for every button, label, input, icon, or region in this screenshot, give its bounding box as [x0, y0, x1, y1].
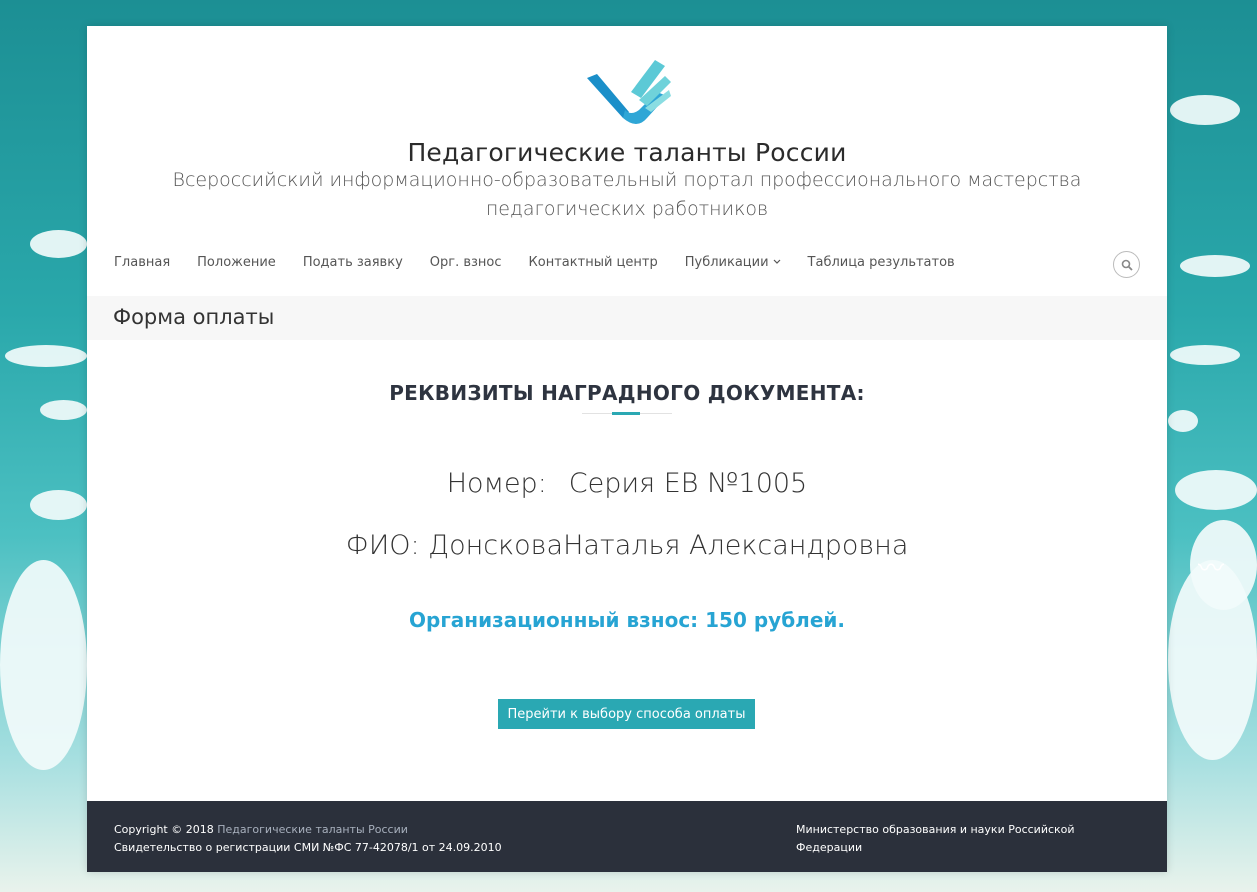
nav-item-contact-center[interactable]: Контактный центр: [529, 252, 658, 272]
org-fee-text: Организационный взнос: 150 рублей.: [409, 608, 845, 632]
nav-item-org-fee[interactable]: Орг. взнос: [430, 252, 502, 272]
heading-separator: [582, 412, 672, 415]
seagull-icon: 〰: [1198, 554, 1225, 584]
site-logo[interactable]: [585, 52, 671, 128]
choose-payment-method-button[interactable]: Перейти к выбору способа оплаты: [498, 699, 755, 729]
document-number: Номер: Серия ЕВ №1005: [87, 468, 1167, 499]
fio-name: Наталья Александровна: [563, 530, 909, 561]
chevron-down-icon: [773, 259, 780, 264]
document-fio: ФИО: ДонсковаНаталья Александровна: [87, 530, 1167, 561]
footer-ministry: Министерство образования и науки Российс…: [796, 823, 1075, 854]
site-title[interactable]: Педагогические таланты России: [87, 138, 1167, 167]
fio-label: ФИО:: [345, 530, 420, 561]
search-button[interactable]: [1113, 251, 1140, 278]
site-tagline: Всероссийский информационно-образователь…: [172, 169, 1082, 220]
nav-item-regulations[interactable]: Положение: [197, 252, 276, 272]
nav-item-submit-application[interactable]: Подать заявку: [303, 252, 403, 272]
registration-text: Свидетельство о регистрации СМИ №ФС 77-4…: [114, 841, 502, 854]
footer-site-link[interactable]: Педагогические таланты России: [217, 823, 408, 836]
page-title: Форма оплаты: [113, 305, 275, 329]
footer-copyright: Copyright © 2018 Педагогические таланты …: [114, 821, 502, 857]
document-heading: РЕКВИЗИТЫ НАГРАДНОГО ДОКУМЕНТА:: [389, 381, 865, 405]
fio-surname: Донскова: [428, 530, 564, 561]
nav-item-home[interactable]: Главная: [114, 252, 170, 272]
search-icon: [1121, 259, 1133, 271]
nav-item-publications[interactable]: Публикации: [685, 252, 781, 272]
copyright-prefix: Copyright © 2018: [114, 823, 214, 836]
page-container: Педагогические таланты России Всероссийс…: [87, 26, 1167, 872]
page-header: Форма оплаты: [87, 296, 1167, 340]
footer: Copyright © 2018 Педагогические таланты …: [87, 801, 1167, 872]
number-label: Номер:: [446, 468, 547, 499]
main-navigation: Главная Положение Подать заявку Орг. взн…: [114, 252, 982, 272]
nav-item-results-table[interactable]: Таблица результатов: [808, 252, 955, 272]
number-value: Серия ЕВ №1005: [568, 468, 808, 499]
